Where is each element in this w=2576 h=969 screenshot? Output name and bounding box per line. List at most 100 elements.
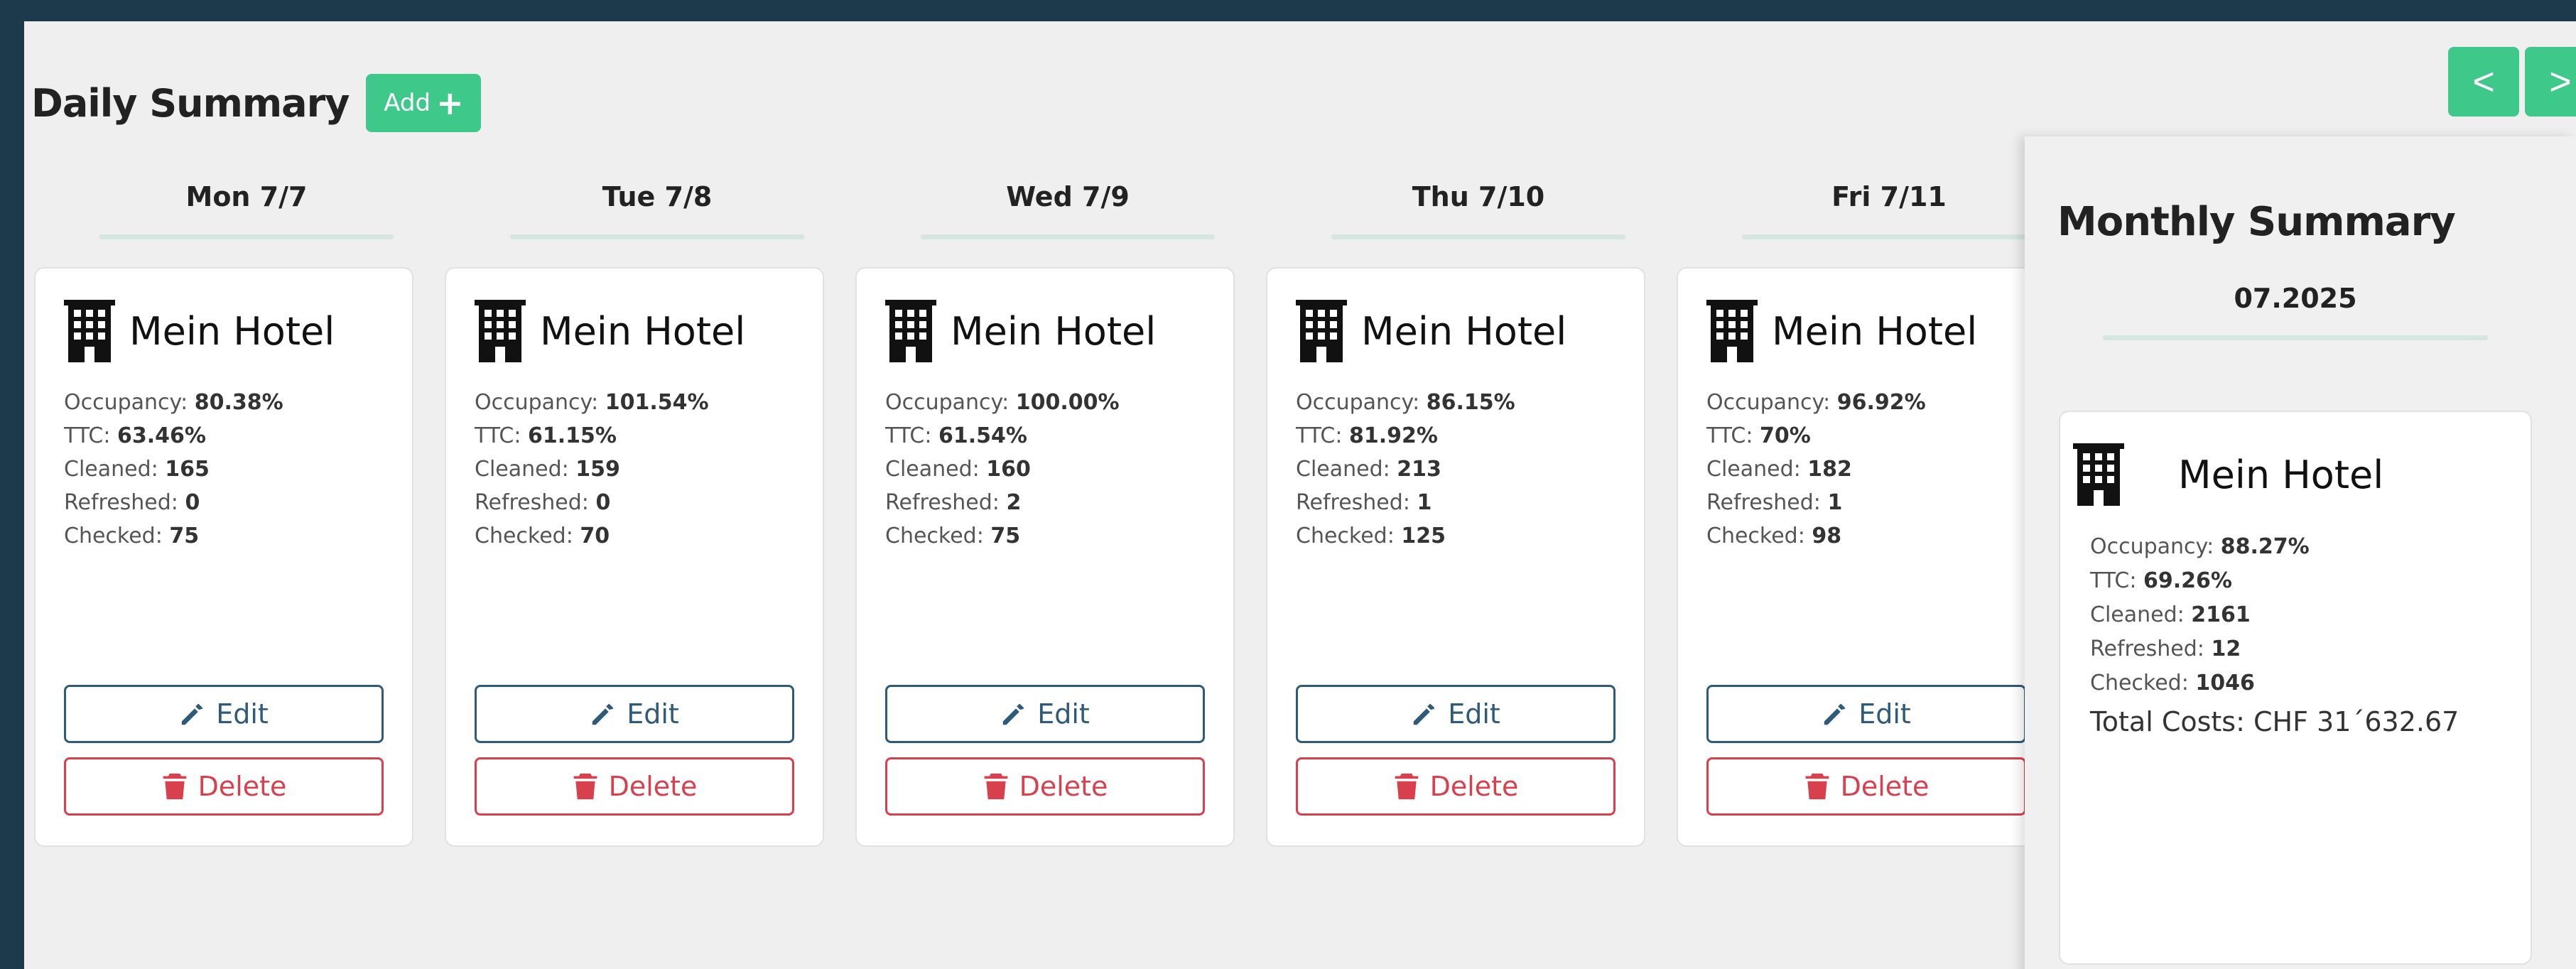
hotel-header: Mein Hotel xyxy=(64,300,335,362)
stat-value: 101.54% xyxy=(605,390,709,415)
building-icon xyxy=(2073,443,2124,506)
hotel-header: Mein Hotel xyxy=(475,300,745,362)
stat-checked: Checked: 70 xyxy=(475,519,709,553)
stat-label: TTC: xyxy=(2090,568,2137,593)
trash-icon xyxy=(984,773,1007,800)
stat-occupancy: Occupancy: 80.38% xyxy=(64,386,283,419)
edit-button[interactable]: Edit xyxy=(64,685,384,743)
stat-ttc: TTC: 69.26% xyxy=(2090,564,2310,598)
stat-label: Occupancy: xyxy=(885,390,1010,415)
edit-button[interactable]: Edit xyxy=(475,685,794,743)
next-week-button[interactable]: > xyxy=(2525,47,2576,117)
stat-label: TTC: xyxy=(1706,423,1753,448)
stat-label: Occupancy: xyxy=(1706,390,1831,415)
stat-occupancy: Occupancy: 88.27% xyxy=(2090,530,2310,564)
stat-value: 61.15% xyxy=(527,423,617,448)
stat-value: 96.92% xyxy=(1836,390,1926,415)
edit-button[interactable]: Edit xyxy=(885,685,1205,743)
trash-icon xyxy=(573,773,597,800)
stat-occupancy: Occupancy: 100.00% xyxy=(885,386,1120,419)
stat-value: 88.27% xyxy=(2220,534,2310,559)
hotel-name: Mein Hotel xyxy=(951,308,1157,354)
stat-value: 2 xyxy=(1006,490,1022,515)
hotel-name: Mein Hotel xyxy=(1361,308,1567,354)
building-icon xyxy=(64,300,115,362)
day-divider xyxy=(921,234,1215,239)
month-divider xyxy=(2103,335,2488,340)
edit-button[interactable]: Edit xyxy=(1706,685,2026,743)
stat-value: 75 xyxy=(990,524,1021,548)
stat-label: Refreshed: xyxy=(885,490,1000,515)
day-label: Wed 7/9 xyxy=(1006,181,1130,212)
building-icon xyxy=(885,300,936,362)
edit-label: Edit xyxy=(627,698,679,730)
stat-cleaned: Cleaned: 2161 xyxy=(2090,598,2310,632)
delete-button[interactable]: Delete xyxy=(64,757,384,816)
monthly-hotel-card: Mein Hotel Occupancy: 88.27% TTC: 69.26%… xyxy=(2059,411,2532,965)
hotel-card: Mein Hotel Occupancy: 100.00% TTC: 61.54… xyxy=(855,267,1235,847)
pencil-icon xyxy=(1414,703,1435,725)
hotel-name: Mein Hotel xyxy=(1772,308,1978,354)
monthly-summary-title: Monthly Summary xyxy=(2057,199,2456,245)
day-divider xyxy=(1742,234,2036,239)
stat-occupancy: Occupancy: 96.92% xyxy=(1706,386,1926,419)
stat-checked: Checked: 98 xyxy=(1706,519,1926,553)
hotel-stats: Occupancy: 101.54% TTC: 61.15% Cleaned: … xyxy=(475,386,709,553)
page-title: Daily Summary xyxy=(31,80,350,126)
delete-button[interactable]: Delete xyxy=(885,757,1205,816)
stat-label: Cleaned: xyxy=(475,457,569,482)
delete-button[interactable]: Delete xyxy=(1706,757,2026,816)
day-label: Mon 7/7 xyxy=(185,181,308,212)
stat-ttc: TTC: 61.15% xyxy=(475,419,709,453)
hotel-header: Mein Hotel xyxy=(1296,300,1566,362)
stat-value: 1 xyxy=(1827,490,1843,515)
delete-button[interactable]: Delete xyxy=(475,757,794,816)
stat-refreshed: Refreshed: 2 xyxy=(885,486,1120,519)
hotel-stats: Occupancy: 88.27% TTC: 69.26% Cleaned: 2… xyxy=(2090,530,2310,700)
stat-cleaned: Cleaned: 182 xyxy=(1706,453,1926,486)
stat-value: 81.92% xyxy=(1348,423,1438,448)
stat-checked: Checked: 125 xyxy=(1296,519,1515,553)
stat-label: Checked: xyxy=(885,524,984,548)
hotel-card: Mein Hotel Occupancy: 86.15% TTC: 81.92%… xyxy=(1266,267,1645,847)
day-divider xyxy=(99,234,394,239)
hotel-name: Mein Hotel xyxy=(540,308,746,354)
add-button[interactable]: Add + xyxy=(366,74,482,132)
stat-value: 63.46% xyxy=(117,423,206,448)
delete-button[interactable]: Delete xyxy=(1296,757,1616,816)
stat-value: 70 xyxy=(580,524,610,548)
stat-value: 69.26% xyxy=(2143,568,2232,593)
stat-value: 61.54% xyxy=(938,423,1027,448)
edit-button[interactable]: Edit xyxy=(1296,685,1616,743)
total-costs: Total Costs: CHF 31´632.67 xyxy=(2090,706,2459,737)
stat-label: Refreshed: xyxy=(2090,637,2204,661)
day-label: Tue 7/8 xyxy=(602,181,713,212)
trash-icon xyxy=(163,773,186,800)
stat-checked: Checked: 1046 xyxy=(2090,666,2310,700)
day-divider xyxy=(510,234,804,239)
stat-label: Occupancy: xyxy=(475,390,599,415)
stat-value: 70% xyxy=(1759,423,1811,448)
stat-label: Refreshed: xyxy=(1706,490,1821,515)
stat-value: 1 xyxy=(1417,490,1432,515)
page-header: Daily Summary Add + xyxy=(31,74,482,132)
hotel-stats: Occupancy: 80.38% TTC: 63.46% Cleaned: 1… xyxy=(64,386,283,553)
stat-label: Cleaned: xyxy=(2090,602,2185,627)
edit-label: Edit xyxy=(1448,698,1500,730)
stat-label: Refreshed: xyxy=(475,490,589,515)
trash-icon xyxy=(1395,773,1418,800)
building-icon xyxy=(475,300,526,362)
hotel-stats: Occupancy: 86.15% TTC: 81.92% Cleaned: 2… xyxy=(1296,386,1515,553)
stat-label: Cleaned: xyxy=(1296,457,1390,482)
pencil-icon xyxy=(182,703,203,725)
stat-label: TTC: xyxy=(64,423,111,448)
stat-value: 86.15% xyxy=(1426,390,1515,415)
stat-value: 75 xyxy=(169,524,200,548)
stat-value: 2161 xyxy=(2191,602,2251,627)
prev-week-button[interactable]: < xyxy=(2448,47,2519,117)
stat-label: Checked: xyxy=(2090,671,2189,695)
stat-value: 165 xyxy=(165,457,210,482)
hotel-card: Mein Hotel Occupancy: 96.92% TTC: 70% Cl… xyxy=(1677,267,2056,847)
stat-value: 1046 xyxy=(2195,671,2255,695)
stat-occupancy: Occupancy: 101.54% xyxy=(475,386,709,419)
